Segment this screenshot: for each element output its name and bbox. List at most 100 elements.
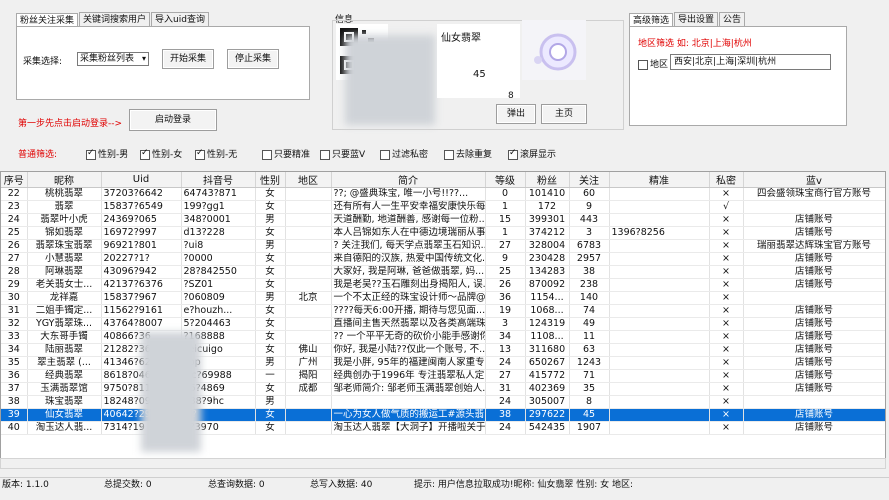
user-data-grid[interactable]: 序号昵称Uid抖音号性别地区简介等级粉丝关注精准私密蓝v 22桃桃翡翠37203… (0, 171, 886, 459)
table-row[interactable]: 36经典翡翠8618?046Isc?69988一揭阳经典创办于1996年 专注翡… (1, 370, 885, 383)
column-header[interactable]: 昵称 (27, 172, 101, 188)
column-header[interactable]: Uid (101, 172, 181, 188)
filter-precise-only[interactable]: 只要精准 (262, 147, 310, 160)
table-cell: × (709, 188, 743, 201)
table-row[interactable]: 37玉满翡翠馆9750?811886?4869女成都邹老师简介: 邹老师玉满翡翠… (1, 383, 885, 396)
table-cell: 71 (569, 370, 609, 383)
table-cell (609, 383, 709, 396)
filter-private[interactable]: 过滤私密 (380, 147, 428, 160)
table-cell: 36 (1, 370, 27, 383)
table-cell (285, 318, 331, 331)
table-cell: 399301 (525, 214, 569, 227)
table-cell (285, 422, 331, 435)
table-row[interactable]: 31二姐手镯定...11562?9161e?houzh...女????每天6:0… (1, 305, 885, 318)
table-cell: × (709, 409, 743, 422)
filter-scroll-display-box[interactable] (508, 150, 518, 160)
filter-gender-male[interactable]: 性别-男 (86, 147, 128, 160)
column-header[interactable]: 序号 (1, 172, 27, 188)
table-cell: × (709, 344, 743, 357)
table-row[interactable]: 39仙女翡翠40642?2909...yi?女一心为女人做气质的搬运工#源头翡.… (1, 409, 885, 422)
table-cell: 24 (485, 422, 525, 435)
filter-bluev-only[interactable]: 只要蓝V (320, 147, 365, 160)
filter-private-box[interactable] (380, 150, 390, 160)
filter-bluev-only-box[interactable] (320, 150, 330, 160)
table-cell: 34 (1, 344, 27, 357)
column-header[interactable]: 蓝v (743, 172, 885, 188)
filter-gender-female[interactable]: 性别-女 (140, 147, 182, 160)
stop-collect-button[interactable]: 停止采集 (227, 49, 279, 69)
region-input[interactable]: 西安|北京|上海|深圳|杭州 (670, 54, 831, 70)
tab-export-settings[interactable]: 导出设置 (674, 12, 718, 27)
table-row[interactable]: 28阿琳翡翠43096?94228?842550女大家好, 我是阿琳, 爸爸做翡… (1, 266, 885, 279)
table-cell (609, 422, 709, 435)
table-row[interactable]: 29老关翡女士...42137?6376?SZ01女我是老吴??玉石雕刻出身揭阳… (1, 279, 885, 292)
table-row[interactable]: 24翡翠叶小虎24369?065348?0001男天道酬勤, 地道酬善, 感谢每… (1, 214, 885, 227)
table-row[interactable]: 25锦如翡翠16972?997d13?228女本人吕锦如东人在中德边境瑞丽从事.… (1, 227, 885, 240)
table-cell: 店铺账号 (743, 227, 885, 240)
horizontal-scrollbar[interactable] (0, 458, 886, 469)
column-header[interactable]: 私密 (709, 172, 743, 188)
table-cell: 3 (569, 227, 609, 240)
table-cell: 74 (569, 305, 609, 318)
column-header[interactable]: 关注 (569, 172, 609, 188)
table-row[interactable]: 35翠主翡翠 (...41346?624?pp男广州我是小胖, 95年的福建闽南… (1, 357, 885, 370)
filter-gender-none[interactable]: 性别-无 (195, 147, 237, 160)
start-collect-button[interactable]: 开始采集 (162, 49, 214, 69)
tab-keyword-search[interactable]: 关键词搜索用户 (79, 12, 150, 27)
table-cell: 男 (255, 357, 285, 370)
table-cell (285, 214, 331, 227)
table-row[interactable]: 30龙祥嘉15837?967?060809男北京一个不太正经的珠宝设计师～品牌@… (1, 292, 885, 305)
table-row[interactable]: 27小慧翡翠20227?1??0000女来自德阳的汉族, 热爱中国传统文化...… (1, 253, 885, 266)
table-cell: ?0000 (181, 253, 255, 266)
filter-scroll-display[interactable]: 滚屏显示 (508, 147, 556, 160)
region-checkbox-box[interactable] (638, 60, 648, 70)
column-header[interactable]: 粉丝 (525, 172, 569, 188)
table-cell: × (709, 214, 743, 227)
table-cell: 27 (485, 370, 525, 383)
table-row[interactable]: 33大东哥手镯40866?36?168888女?? 一个平平无奇的砍价小能手感谢… (1, 331, 885, 344)
table-cell: 店铺账号 (743, 383, 885, 396)
column-header[interactable]: 简介 (331, 172, 485, 188)
collect-type-select[interactable]: 采集粉丝列表 ▾ (77, 52, 149, 66)
table-row[interactable]: 23翡翠15837?6549199?gg1女还有所有人一生平安幸福安康快乐每..… (1, 201, 885, 214)
table-row[interactable]: 34陆丽翡翠21282?36?eicuigo女佛山你好, 我是小陆??仅此一个账… (1, 344, 885, 357)
table-cell: × (709, 253, 743, 266)
filter-gender-female-box[interactable] (140, 150, 150, 160)
popup-button[interactable]: 弹出 (496, 104, 536, 124)
collect-select-label: 采集选择: (23, 54, 62, 67)
start-login-button[interactable]: 启动登录 (129, 109, 217, 131)
table-cell: 305007 (525, 396, 569, 409)
tab-notice[interactable]: 公告 (719, 12, 745, 27)
table-cell (609, 331, 709, 344)
column-header[interactable]: 精准 (609, 172, 709, 188)
table-cell (285, 240, 331, 253)
table-row[interactable]: 38珠宝翡翠18248?09450...888?9hc男243050078× (1, 396, 885, 409)
region-checkbox[interactable]: 地区 (638, 57, 668, 70)
table-row[interactable]: 40淘玉达人翡...7314?191?3970女淘玉达人翡翠【大洞子】开播啦关于… (1, 422, 885, 435)
home-button[interactable]: 主页 (541, 104, 587, 124)
column-header[interactable]: 性别 (255, 172, 285, 188)
table-cell: 四会盛领珠宝商行官方账号 (743, 188, 885, 201)
status-total: 总提交数: 0 (104, 478, 152, 493)
column-header[interactable]: 地区 (285, 172, 331, 188)
table-cell: 店铺账号 (743, 409, 885, 422)
table-cell: 32 (1, 318, 27, 331)
table-cell (743, 201, 885, 214)
filter-dedupe[interactable]: 去除重复 (444, 147, 492, 160)
filter-gender-male-label: 性别-男 (98, 150, 128, 160)
column-header[interactable]: 抖音号 (181, 172, 255, 188)
table-cell: 35 (569, 383, 609, 396)
filter-gender-male-box[interactable] (86, 150, 96, 160)
table-row[interactable]: 32YGY翡翠珠...43764?80075?204463女直播间主售天然翡翠以… (1, 318, 885, 331)
column-header[interactable]: 等级 (485, 172, 525, 188)
filter-dedupe-box[interactable] (444, 150, 454, 160)
filter-gender-none-box[interactable] (195, 150, 205, 160)
filter-precise-only-box[interactable] (262, 150, 272, 160)
table-cell: 女 (255, 331, 285, 344)
table-cell: 女 (255, 318, 285, 331)
table-cell: × (709, 305, 743, 318)
table-cell: 26 (1, 240, 27, 253)
table-row[interactable]: 22桃桃翡翠37203?664264743?871女??; @盛典珠宝, 唯一小… (1, 188, 885, 201)
tab-uid-import[interactable]: 导入uid查询 (151, 12, 209, 27)
table-row[interactable]: 26翡翠珠宝翡翠96921?801?ui8男? 关注我们, 每天学点翡翠玉石知识… (1, 240, 885, 253)
